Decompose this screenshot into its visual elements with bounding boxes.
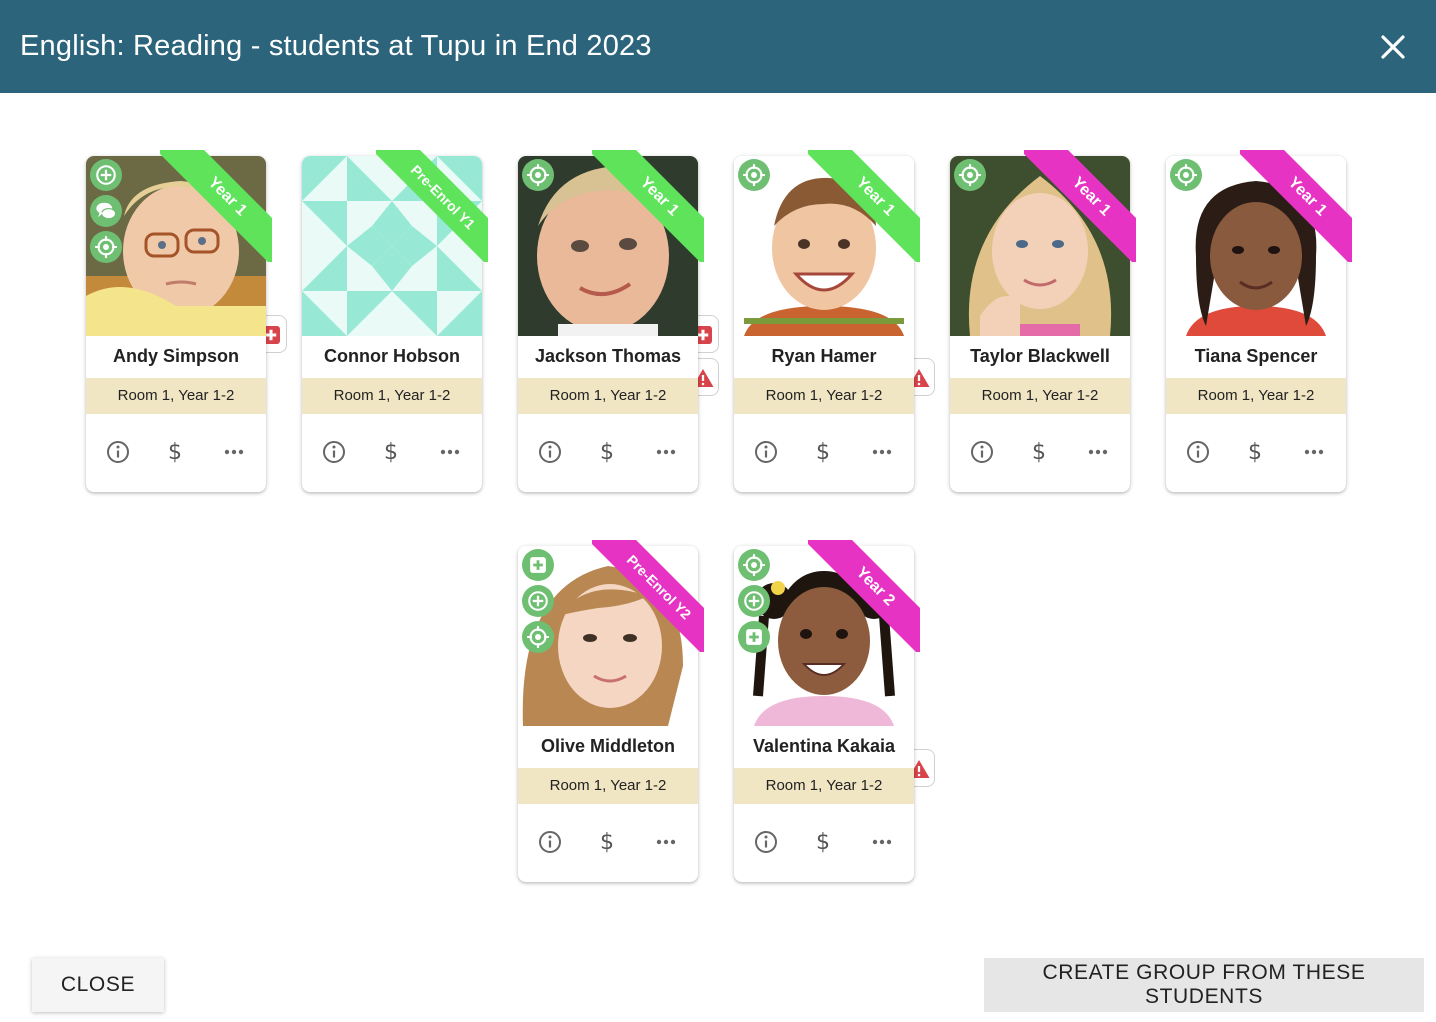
info-icon[interactable]	[320, 438, 348, 466]
student-name: Jackson Thomas	[534, 346, 682, 366]
more-options-icon[interactable]	[868, 438, 896, 466]
dollar-icon[interactable]: $	[1025, 438, 1053, 466]
student-name: Andy Simpson	[112, 346, 239, 366]
student-card[interactable]: Year 2 Valentina Kakaia Room 1, Year 1-2…	[734, 540, 920, 882]
more-options-icon[interactable]	[652, 828, 680, 856]
dollar-icon[interactable]: $	[593, 828, 621, 856]
info-icon[interactable]	[1184, 438, 1212, 466]
target-icon[interactable]	[90, 231, 122, 263]
info-icon[interactable]	[104, 438, 132, 466]
info-icon[interactable]	[752, 438, 780, 466]
warning-tab[interactable]	[697, 358, 719, 396]
student-room: Room 1, Year 1-2	[86, 378, 266, 414]
info-icon[interactable]	[752, 828, 780, 856]
more-options-icon[interactable]	[436, 438, 464, 466]
student-room: Room 1, Year 1-2	[734, 378, 914, 414]
warning-icon	[913, 757, 935, 781]
dollar-icon[interactable]: $	[809, 438, 837, 466]
student-name: Connor Hobson	[324, 346, 460, 366]
medical-alert-tab[interactable]	[697, 315, 719, 353]
comment-icon[interactable]	[90, 195, 122, 227]
medical-icon[interactable]	[522, 549, 554, 581]
student-card[interactable]: Pre-Enrol Y1 Connor Hobson Room 1, Year …	[302, 150, 488, 492]
year-ribbon: Pre-Enrol Y2	[592, 540, 704, 652]
year-ribbon: Year 1	[1240, 150, 1352, 262]
more-options-icon[interactable]	[868, 828, 896, 856]
student-room: Room 1, Year 1-2	[734, 768, 914, 804]
student-name: Taylor Blackwell	[970, 346, 1110, 366]
plus-icon[interactable]	[738, 585, 770, 617]
dollar-icon[interactable]: $	[377, 438, 405, 466]
student-room: Room 1, Year 1-2	[518, 768, 698, 804]
student-room: Room 1, Year 1-2	[950, 378, 1130, 414]
dollar-icon[interactable]: $	[593, 438, 621, 466]
plus-icon[interactable]	[522, 585, 554, 617]
year-ribbon: Year 1	[592, 150, 704, 262]
student-card[interactable]: Year 1 Ryan Hamer Room 1, Year 1-2 $	[734, 150, 920, 492]
target-icon[interactable]	[522, 621, 554, 653]
medical-alert-tab[interactable]	[265, 315, 287, 353]
dollar-icon[interactable]: $	[809, 828, 837, 856]
student-card[interactable]: Year 1 Taylor Blackwell Room 1, Year 1-2…	[950, 150, 1136, 492]
student-card[interactable]: Pre-Enrol Y2 Olive Middleton Room 1, Yea…	[518, 540, 704, 882]
medical-icon[interactable]	[738, 621, 770, 653]
medical-alert-icon	[697, 323, 719, 347]
student-name: Ryan Hamer	[771, 346, 877, 366]
target-icon[interactable]	[738, 159, 770, 191]
plus-icon[interactable]	[90, 159, 122, 191]
warning-icon	[697, 366, 719, 390]
student-name: Valentina Kakaia	[752, 736, 896, 756]
info-icon[interactable]	[536, 828, 564, 856]
dollar-icon[interactable]: $	[161, 438, 189, 466]
more-options-icon[interactable]	[652, 438, 680, 466]
year-ribbon: Year 2	[808, 540, 920, 652]
dollar-icon[interactable]: $	[1241, 438, 1269, 466]
target-icon[interactable]	[1170, 159, 1202, 191]
info-icon[interactable]	[968, 438, 996, 466]
student-room: Room 1, Year 1-2	[518, 378, 698, 414]
student-room: Room 1, Year 1-2	[1166, 378, 1346, 414]
dialog-header: English: Reading - students at Tupu in E…	[0, 0, 1436, 93]
year-ribbon: Year 1	[1024, 150, 1136, 262]
dialog-title: English: Reading - students at Tupu in E…	[20, 30, 652, 62]
student-name: Olive Middleton	[540, 736, 675, 756]
student-name: Tiana Spencer	[1194, 346, 1318, 366]
more-options-icon[interactable]	[220, 438, 248, 466]
warning-tab[interactable]	[913, 358, 935, 396]
year-ribbon: Pre-Enrol Y1	[376, 150, 488, 262]
warning-tab[interactable]	[913, 749, 935, 787]
student-card[interactable]: Year 1 Andy Simpson Room 1, Year 1-2 $	[86, 150, 272, 492]
create-group-button[interactable]: CREATE GROUP FROM THESE STUDENTS	[984, 958, 1424, 1012]
target-icon[interactable]	[738, 549, 770, 581]
medical-alert-icon	[265, 323, 287, 347]
warning-icon	[913, 366, 935, 390]
more-options-icon[interactable]	[1300, 438, 1328, 466]
target-icon[interactable]	[522, 159, 554, 191]
student-card[interactable]: Year 1 Jackson Thomas Room 1, Year 1-2 $	[518, 150, 704, 492]
year-ribbon: Year 1	[808, 150, 920, 262]
student-room: Room 1, Year 1-2	[302, 378, 482, 414]
close-button[interactable]: CLOSE	[32, 958, 164, 1012]
target-icon[interactable]	[954, 159, 986, 191]
student-card[interactable]: Year 1 Tiana Spencer Room 1, Year 1-2 $	[1166, 150, 1352, 492]
year-ribbon: Year 1	[160, 150, 272, 262]
info-icon[interactable]	[536, 438, 564, 466]
close-dialog-icon[interactable]	[1376, 30, 1410, 64]
more-options-icon[interactable]	[1084, 438, 1112, 466]
